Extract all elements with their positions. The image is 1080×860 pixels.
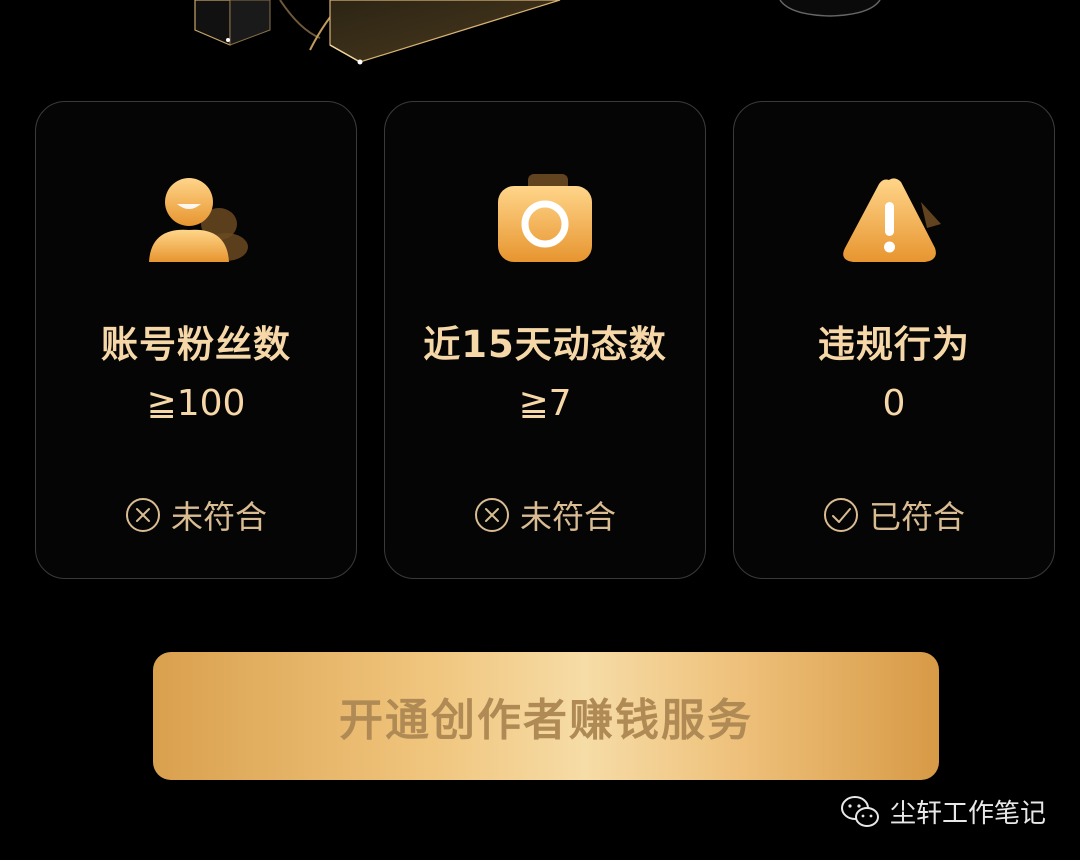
fans-user-icon — [149, 178, 248, 262]
requirement-status: 未符合 — [36, 492, 356, 538]
requirement-card-violations: 违规行为 0 已符合 — [733, 101, 1055, 579]
x-circle-icon — [474, 498, 509, 532]
watermark-text: 尘轩工作笔记 — [889, 799, 1046, 829]
status-label: 未符合 — [170, 498, 267, 536]
warning-icon — [843, 178, 941, 262]
status-label: 已符合 — [868, 498, 965, 536]
requirement-value: ≧100 — [146, 383, 246, 424]
requirement-title: 近15天动态数 — [423, 323, 667, 366]
requirement-status: 未符合 — [385, 492, 705, 538]
watermark: 尘轩工作笔记 — [840, 793, 1046, 830]
wechat-icon — [840, 795, 879, 827]
camera-icon — [498, 174, 592, 262]
requirements-cards: 账号粉丝数 ≧100 未符合 近15天动态数 ≧7 未符合 违规行为 0 已符合 — [35, 101, 1055, 579]
requirement-card-fans: 账号粉丝数 ≧100 未符合 — [35, 101, 357, 579]
requirement-value: 0 — [882, 383, 906, 424]
requirement-status: 已符合 — [734, 492, 1054, 538]
check-circle-icon — [823, 498, 858, 532]
requirement-card-posts: 近15天动态数 ≧7 未符合 — [384, 101, 706, 579]
open-creator-earning-button[interactable]: 开通创作者赚钱服务 — [153, 652, 939, 780]
requirement-value: ≧7 — [518, 383, 572, 424]
status-label: 未符合 — [519, 498, 616, 536]
x-circle-icon — [125, 498, 160, 532]
requirement-title: 账号粉丝数 — [101, 323, 291, 366]
hero-illustration — [194, 0, 881, 65]
requirement-title: 违规行为 — [818, 323, 970, 366]
